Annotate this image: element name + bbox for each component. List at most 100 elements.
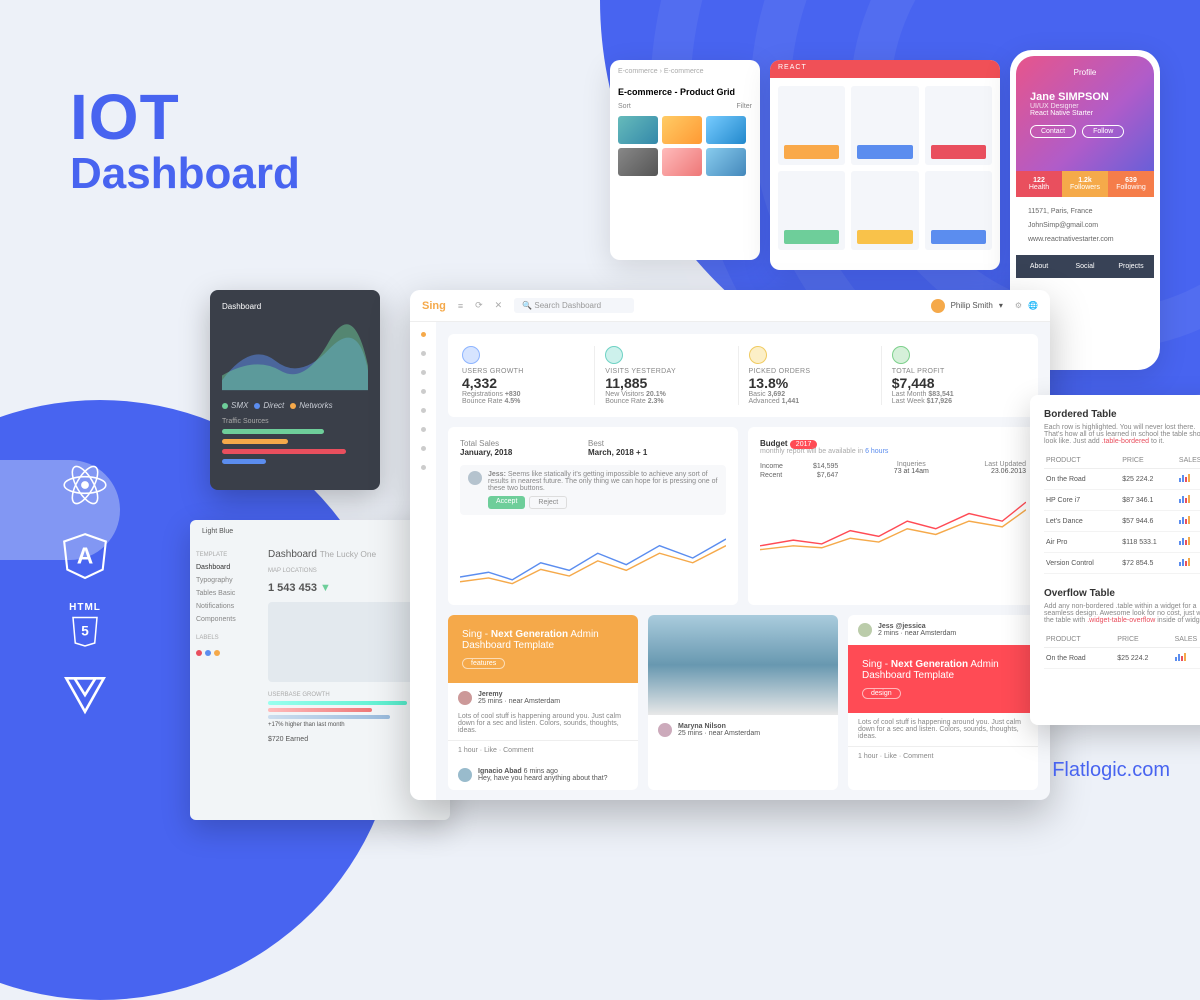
tab-about[interactable]: About [1016,255,1062,278]
follow-button[interactable]: Follow [1082,125,1124,138]
table-row: Air Pro$118 533.1 [1044,532,1200,553]
kpi-users-growth: USERS GROWTH 4,332 Registrations +830 Bo… [462,346,595,405]
filter-button[interactable]: Filter [736,103,752,110]
product-thumb[interactable] [618,148,658,176]
post-card-yellow: Sing - Next Generation Admin Dashboard T… [448,615,638,790]
headline-line1: IOT [70,80,300,154]
chip-design[interactable]: design [862,688,901,699]
search-input[interactable]: 🔍 Search Dashboard [514,298,634,313]
kpi-row: USERS GROWTH 4,332 Registrations +830 Bo… [448,334,1038,417]
chevron-down-icon: ▾ [999,301,1003,310]
rail-item[interactable] [421,389,426,394]
profile-info: 11571, Paris, France JohnSimp@gmail.com … [1016,197,1154,255]
ecom-title: E-commerce - Product Grid [618,87,752,97]
refresh-icon[interactable]: ⟳ [475,300,483,311]
stat-health: 122Health [1016,171,1062,197]
reject-button[interactable]: Reject [529,496,567,509]
globe-icon[interactable]: 🌐 [1028,301,1038,310]
area-chart [222,321,368,391]
product-thumbnails [618,116,752,176]
widget [851,86,918,165]
product-thumb[interactable] [706,116,746,144]
dollar-icon [892,346,910,364]
sales-chart [460,523,726,593]
react-brand: REACT [770,60,815,75]
sing-header: Sing ≡ ⟳ ✕ 🔍 Search Dashboard Philip Smi… [410,290,1050,322]
preview-ecommerce-grid: E-commerce › E-commerce E-commerce - Pro… [610,60,760,260]
total-sales-panel: Total SalesJanuary, 2018 BestMarch, 2018… [448,427,738,605]
post-image [648,615,838,715]
globe-icon [462,346,480,364]
rail-item[interactable] [421,351,426,356]
table-title-2: Overflow Table [1044,588,1200,599]
svg-text:A: A [77,542,94,568]
post-card-red: Jess @jessica2 mins · near Amsterdam Sin… [848,615,1038,790]
tech-badges: A HTML 5 [60,460,110,720]
sidebar-item[interactable]: Typography [196,574,254,587]
preview-table-card: Bordered Table Each row is highlighted. … [1030,395,1200,725]
kpi-profit: TOTAL PROFIT $7,448 Last Month $83,541 L… [892,346,1024,405]
rail-item[interactable] [421,370,426,375]
lb-sidebar: TEMPLATE Dashboard Typography Tables Bas… [190,543,260,749]
tab-projects[interactable]: Projects [1108,255,1154,278]
lb-brand: Light Blue [202,528,233,535]
profile-name: Jane SIMPSON [1030,91,1140,103]
sort-button[interactable]: Sort [618,103,631,110]
sing-logo: Sing [422,300,446,312]
table-row: Let's Dance$57 944.6 [1044,511,1200,532]
widget [925,171,992,250]
contact-button[interactable]: Contact [1030,125,1076,138]
tab-social[interactable]: Social [1062,255,1108,278]
rail-item[interactable] [421,427,426,432]
accept-button[interactable]: Accept [488,496,525,509]
widget [851,171,918,250]
product-thumb[interactable] [618,116,658,144]
page-title: IOT Dashboard [70,80,300,199]
kpi-visits: VISITS YESTERDAY 11,885 New Visitors 20.… [605,346,738,405]
widget [925,86,992,165]
profile-tabs: About Social Projects [1016,255,1154,278]
sidebar-item[interactable]: Components [196,613,254,626]
sidebar-item[interactable]: Dashboard [196,561,254,574]
preview-dark-dashboard: Dashboard SMX Direct Networks Traffic So… [210,290,380,490]
breadcrumb: E-commerce › E-commerce [618,68,752,75]
pin-icon [468,471,482,485]
chip-features[interactable]: features [462,658,505,669]
section-label: Traffic Sources [222,418,368,425]
budget-panel: Budget 2017 monthly report will be avail… [748,427,1038,605]
product-thumb[interactable] [662,116,702,144]
profile-hero: Profile Jane SIMPSON UI/UX Designer Reac… [1016,56,1154,171]
post-card-image: Maryna Nilson25 mins · near Amsterdam [648,615,838,790]
svg-text:5: 5 [81,623,89,638]
table-row: Version Control$72 854.5 [1044,553,1200,574]
react-icon [60,460,110,510]
user-menu[interactable]: Philip Smith ▾ ⚙ 🌐 [931,299,1038,313]
preview-sing-dashboard: Sing ≡ ⟳ ✕ 🔍 Search Dashboard Philip Smi… [410,290,1050,800]
widget [778,86,845,165]
widget [778,171,845,250]
notice-box: Jess: Seems like statically it's getting… [460,465,726,515]
preview-react-dashboard: REACT [770,60,1000,270]
rail-item[interactable] [421,408,426,413]
table-title: Bordered Table [1044,409,1200,420]
rail-item[interactable] [421,332,426,337]
sidebar-item[interactable]: Tables Basic [196,587,254,600]
rail-item[interactable] [421,465,426,470]
stat-followers: 1.2kFollowers [1062,171,1108,197]
headline-line2: Dashboard [70,149,300,199]
user-name: Philip Smith [951,301,993,310]
star-icon [749,346,767,364]
vue-icon [60,670,110,720]
traffic-bars [222,429,368,464]
sidebar-item[interactable]: Notifications [196,600,254,613]
table-row: On the Road$25 224.2 [1044,469,1200,490]
gear-icon[interactable]: ⚙ [1015,301,1022,310]
product-thumb[interactable] [662,148,702,176]
rail-item[interactable] [421,446,426,451]
product-thumb[interactable] [706,148,746,176]
close-icon[interactable]: ✕ [495,300,503,311]
menu-icon[interactable]: ≡ [458,301,463,311]
brand-footer: Flatlogic.com [1052,759,1170,782]
dark-title: Dashboard [222,302,368,311]
overflow-table: PRODUCTPRICESALES On the Road$25 224.2 [1044,632,1200,669]
